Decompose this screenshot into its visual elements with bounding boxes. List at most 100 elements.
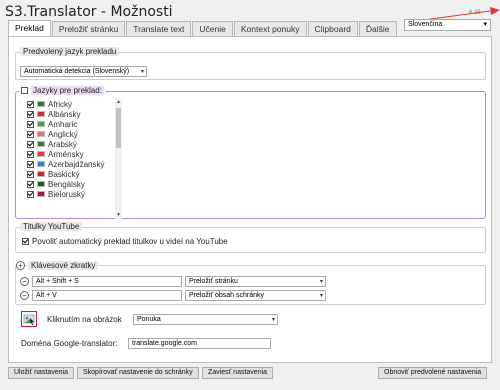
settings-panel: Predvolený jazyk prekladu Automatická de…: [8, 36, 492, 363]
flag-icon: [37, 171, 45, 177]
chevron-down-icon: ▾: [271, 317, 275, 323]
tab-bar: Preklad Preložiť stránku Translate text …: [8, 20, 398, 37]
language-label: Bengálsky: [48, 179, 85, 189]
tree-line: ·: [19, 141, 21, 147]
shortcuts-legend-row: + Klávesové zkratky: [16, 261, 99, 270]
default-language-legend: Predvolený jazyk prekladu: [20, 47, 120, 56]
image-click-icon[interactable]: [21, 311, 37, 327]
tree-line: ·: [19, 161, 21, 167]
language-row[interactable]: · Albánsky: [19, 109, 114, 119]
click-image-group: Kliknutím na obrázok Ponuka ▾: [15, 309, 486, 329]
tab-preklad[interactable]: Preklad: [8, 20, 51, 37]
tab-kontext-ponuky[interactable]: Kontext ponuky: [233, 21, 307, 37]
shortcut-action-value: Preložiť stránku: [189, 278, 238, 285]
language-label: Albánsky: [48, 109, 81, 119]
languages-legend: Jazyky pre preklad:: [19, 86, 106, 95]
tree-line: ·: [19, 131, 21, 137]
language-row[interactable]: · Azerbajdžanský: [19, 159, 114, 169]
flag-icon: [37, 101, 45, 107]
plus-circle-icon[interactable]: +: [16, 261, 25, 270]
language-row[interactable]: · Arménsky: [19, 149, 114, 159]
flag-icon: [37, 191, 45, 197]
tree-line: ·: [19, 111, 21, 117]
copy-settings-button[interactable]: Skopírovať nastavenie do schránky: [77, 367, 199, 379]
youtube-checkbox[interactable]: [22, 238, 29, 245]
flag-icon: [37, 111, 45, 117]
language-checkbox[interactable]: [27, 100, 34, 108]
version-label: 6.25: [469, 10, 481, 16]
language-label: Baskický: [48, 169, 80, 179]
domain-group: Doména Google-translator: translate.goog…: [15, 335, 486, 350]
language-row[interactable]: · Africký: [19, 99, 114, 109]
language-checkbox[interactable]: [27, 120, 34, 128]
youtube-option[interactable]: Povoliť automatický preklad titulkov u v…: [22, 237, 228, 246]
language-checkbox[interactable]: [27, 110, 34, 118]
click-image-value: Ponuka: [137, 316, 161, 323]
tab-translate-text[interactable]: Translate text: [126, 21, 192, 37]
language-row[interactable]: · Bieloruský: [19, 189, 114, 199]
default-language-select[interactable]: Automatická detekcia (Slovenský) ▾: [20, 66, 147, 77]
flag-icon: [37, 151, 45, 157]
restore-defaults-button[interactable]: Obnoviť predvolené nastavenia: [378, 367, 488, 379]
tab-prelozit-stranku[interactable]: Preložiť stránku: [51, 21, 126, 37]
minus-circle-icon[interactable]: −: [20, 277, 29, 286]
language-label: Anglický: [48, 129, 78, 139]
language-row[interactable]: · Arabský: [19, 139, 114, 149]
minus-circle-icon[interactable]: −: [20, 291, 29, 300]
language-label: Azerbajdžanský: [48, 159, 105, 169]
language-checkbox[interactable]: [27, 180, 34, 188]
language-checkbox[interactable]: [27, 190, 34, 198]
tab-clipboard[interactable]: Clipboard: [307, 21, 358, 37]
default-language-value: Automatická detekcia (Slovenský): [24, 68, 130, 75]
tree-line: ·: [19, 151, 21, 157]
shortcut-keys-input[interactable]: Alt + V: [32, 290, 182, 301]
shortcut-keys-input[interactable]: Alt + Shift + S: [32, 276, 182, 287]
language-row[interactable]: · Anglický: [19, 129, 114, 139]
ui-language-select[interactable]: Slovenčina ▾: [404, 19, 491, 31]
flag-icon: [37, 181, 45, 187]
scroll-down-icon[interactable]: ▼: [115, 212, 122, 219]
shortcuts-group: + Klávesové zkratky − Alt + Shift + S Pr…: [15, 261, 486, 305]
tree-line: ·: [19, 171, 21, 177]
tree-line: ·: [19, 181, 21, 187]
tree-line: ·: [19, 101, 21, 107]
chevron-down-icon: ▾: [483, 21, 487, 28]
tab-ucenie[interactable]: Učenie: [192, 21, 233, 37]
language-row[interactable]: · Amharic: [19, 119, 114, 129]
languages-legend-label: Jazyky pre preklad:: [31, 86, 104, 95]
language-label: Arabský: [48, 139, 77, 149]
youtube-checkbox-label: Povoliť automatický preklad titulkov u v…: [32, 237, 228, 246]
default-language-group: Predvolený jazyk prekladu Automatická de…: [15, 47, 486, 80]
language-checkbox[interactable]: [27, 130, 34, 138]
save-settings-button[interactable]: Uložiť nastavenia: [8, 367, 74, 379]
language-checkbox[interactable]: [27, 160, 34, 168]
language-checkbox[interactable]: [27, 140, 34, 148]
youtube-legend: Titulky YouTube: [20, 222, 83, 231]
language-checkbox[interactable]: [27, 170, 34, 178]
flag-icon: [37, 161, 45, 167]
scrollbar-thumb[interactable]: [116, 108, 121, 148]
ui-language-value: Slovenčina: [408, 21, 443, 28]
languages-list[interactable]: · Africký · Albánsky · Amharic · Anglický · Arabs…: [19, 99, 114, 219]
shortcut-action-select[interactable]: Preložiť obsah schránky ▾: [185, 290, 326, 301]
languages-scrollbar[interactable]: ▲ ▼: [115, 99, 122, 219]
tree-line: ·: [19, 191, 21, 197]
select-all-checkbox[interactable]: [21, 87, 28, 94]
language-label: Arménsky: [48, 149, 84, 159]
flag-icon: [37, 121, 45, 127]
window-title: S3.Translator - Možnosti: [5, 4, 173, 20]
click-image-select[interactable]: Ponuka ▾: [133, 314, 278, 325]
chevron-down-icon: ▾: [140, 69, 144, 75]
language-row[interactable]: · Bengálsky: [19, 179, 114, 189]
import-settings-button[interactable]: Zaviesť nastavenia: [202, 367, 274, 379]
language-checkbox[interactable]: [27, 150, 34, 158]
shortcut-action-select[interactable]: Preložiť stránku ▾: [185, 276, 326, 287]
domain-label: Doména Google-translator:: [21, 339, 118, 348]
language-label: Africký: [48, 99, 72, 109]
tab-dalsie[interactable]: Ďalšie: [358, 21, 397, 37]
tree-line: ·: [19, 121, 21, 127]
chevron-down-icon: ▾: [319, 279, 323, 285]
domain-input[interactable]: translate.google.com: [128, 338, 271, 349]
scroll-up-icon[interactable]: ▲: [115, 99, 122, 106]
language-row[interactable]: · Baskický: [19, 169, 114, 179]
